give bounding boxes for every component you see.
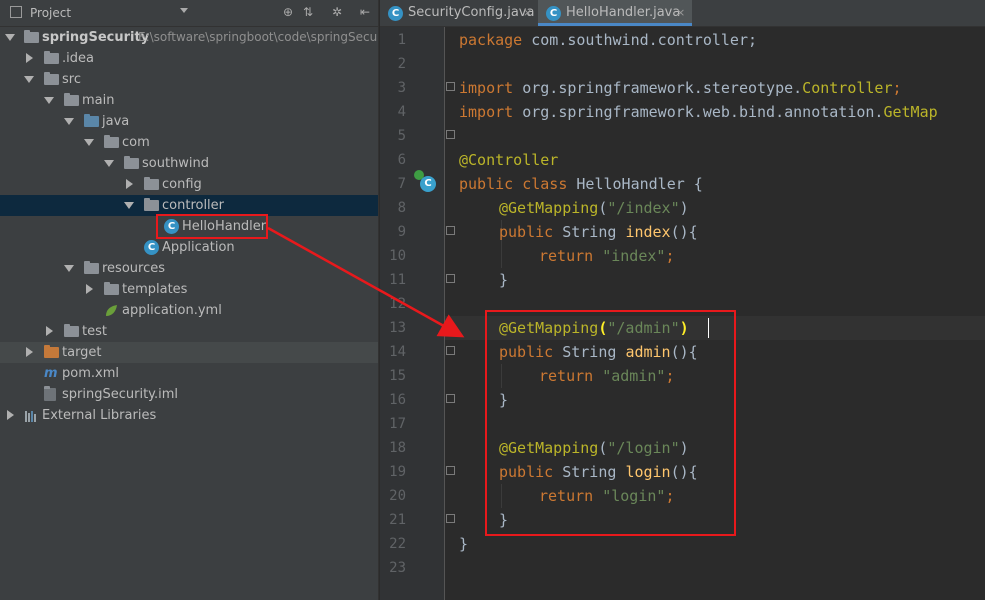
annotation-arrow bbox=[267, 226, 465, 338]
arrow-line bbox=[267, 226, 465, 338]
